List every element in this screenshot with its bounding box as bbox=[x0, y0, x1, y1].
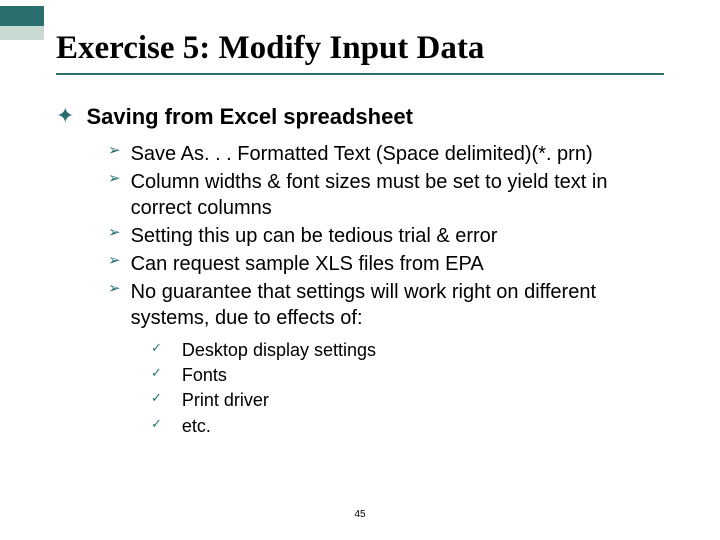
bullet-level1: ✦ Saving from Excel spreadsheet bbox=[56, 103, 664, 131]
slide-body: Exercise 5: Modify Input Data ✦ Saving f… bbox=[0, 0, 720, 438]
level3-text: etc. bbox=[182, 415, 211, 438]
arrow-icon: ✦ bbox=[56, 103, 74, 131]
level1-text: Saving from Excel spreadsheet bbox=[86, 103, 412, 131]
chevron-icon: ➢ bbox=[108, 223, 121, 249]
chevron-icon: ➢ bbox=[108, 141, 121, 167]
page-number: 45 bbox=[0, 509, 720, 520]
list-item: ✓ Print driver bbox=[151, 389, 664, 412]
level2-text: Save As. . . Formatted Text (Space delim… bbox=[131, 141, 593, 167]
decor-stripe-dark bbox=[0, 6, 44, 26]
level2-text: Column widths & font sizes must be set t… bbox=[131, 169, 664, 221]
list-item: ➢ No guarantee that settings will work r… bbox=[108, 279, 664, 331]
chevron-icon: ➢ bbox=[108, 251, 121, 277]
level3-text: Fonts bbox=[182, 364, 227, 387]
check-icon: ✓ bbox=[151, 389, 162, 412]
level2-list: ➢ Save As. . . Formatted Text (Space del… bbox=[108, 141, 664, 331]
level3-text: Print driver bbox=[182, 389, 269, 412]
level2-text: Setting this up can be tedious trial & e… bbox=[131, 223, 498, 249]
list-item: ➢ Column widths & font sizes must be set… bbox=[108, 169, 664, 221]
list-item: ✓ etc. bbox=[151, 415, 664, 438]
check-icon: ✓ bbox=[151, 339, 162, 362]
page-title: Exercise 5: Modify Input Data bbox=[56, 30, 664, 75]
level2-text: Can request sample XLS files from EPA bbox=[131, 251, 484, 277]
list-item: ➢ Setting this up can be tedious trial &… bbox=[108, 223, 664, 249]
list-item: ➢ Can request sample XLS files from EPA bbox=[108, 251, 664, 277]
check-icon: ✓ bbox=[151, 415, 162, 438]
list-item: ➢ Save As. . . Formatted Text (Space del… bbox=[108, 141, 664, 167]
list-item: ✓ Desktop display settings bbox=[151, 339, 664, 362]
chevron-icon: ➢ bbox=[108, 169, 121, 221]
level2-text: No guarantee that settings will work rig… bbox=[131, 279, 664, 331]
level3-list: ✓ Desktop display settings ✓ Fonts ✓ Pri… bbox=[151, 339, 664, 439]
chevron-icon: ➢ bbox=[108, 279, 121, 331]
list-item: ✓ Fonts bbox=[151, 364, 664, 387]
level3-text: Desktop display settings bbox=[182, 339, 376, 362]
check-icon: ✓ bbox=[151, 364, 162, 387]
decor-stripe-light bbox=[0, 26, 44, 40]
